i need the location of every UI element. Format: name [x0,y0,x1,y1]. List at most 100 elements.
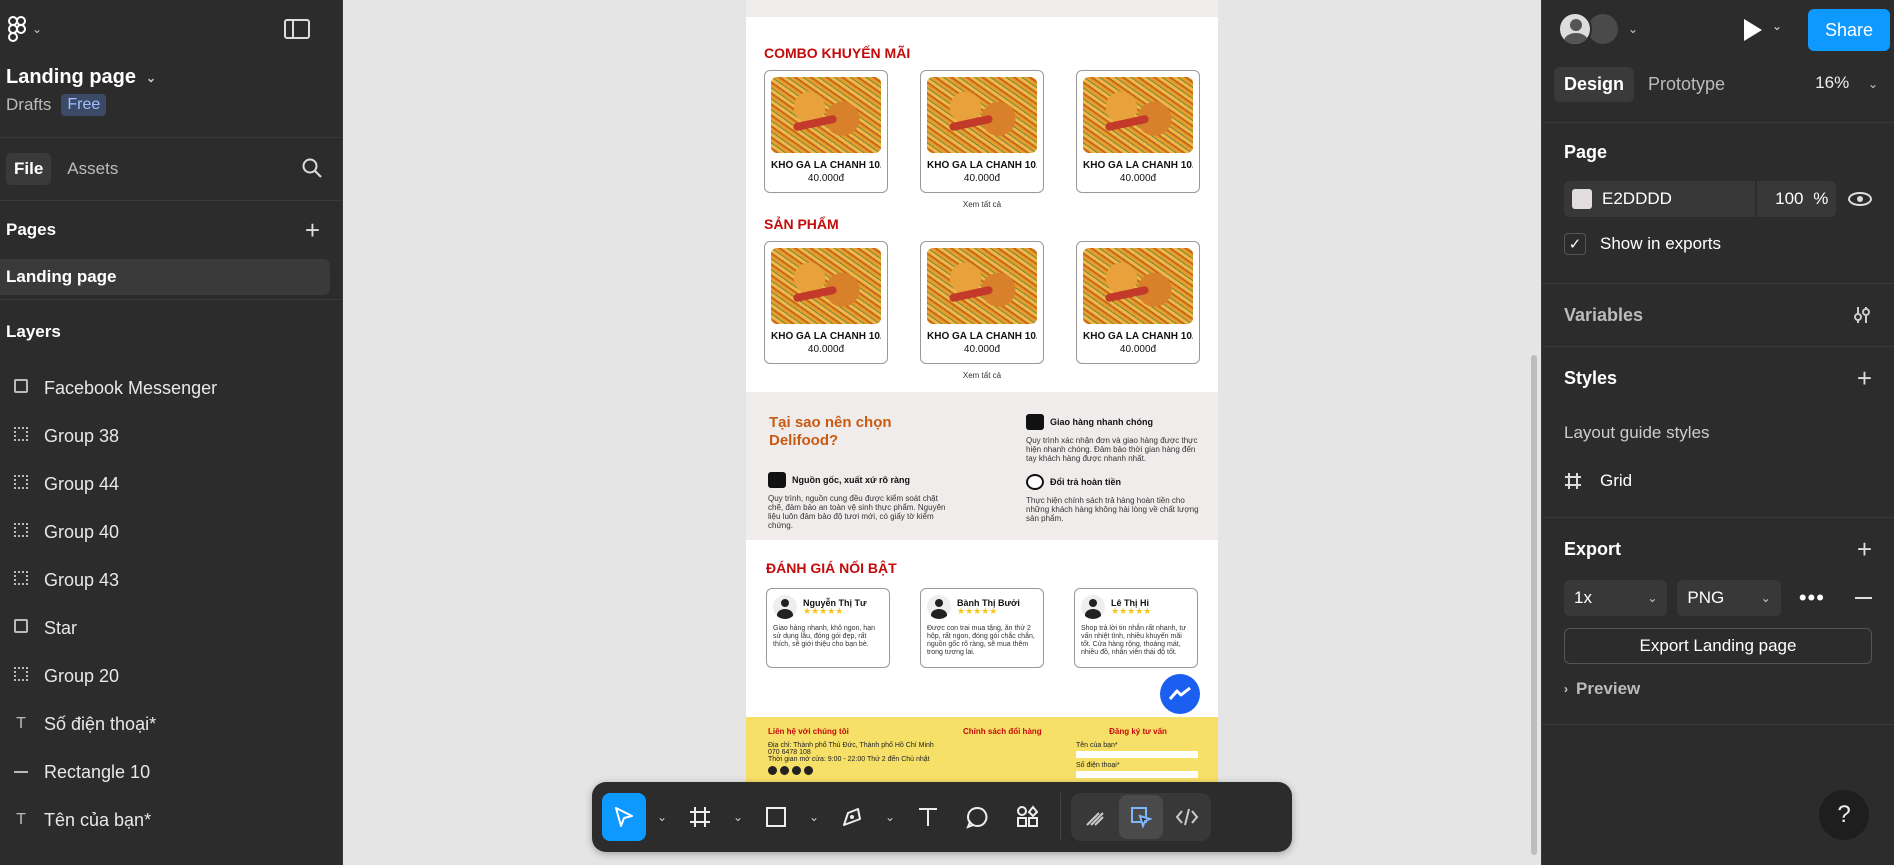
color-swatch[interactable] [1572,189,1592,209]
facebook-icon[interactable] [768,766,777,775]
chevron-down-icon[interactable]: ⌄ [652,810,672,824]
product-card[interactable]: KHÔ GÀ LÁ CHANH 10... 40.000đ [764,70,888,193]
chevron-down-icon[interactable]: ⌄ [880,810,900,824]
review-card[interactable]: Nguyễn Thị Tư ★★★★★ Giao hàng nhanh, khô … [766,588,890,668]
shape-tool-button[interactable] [754,793,798,841]
checkbox-checked-icon[interactable]: ✓ [1564,233,1586,255]
layer-item[interactable]: Group 20 [0,652,342,700]
export-button[interactable]: Export Landing page [1564,628,1872,664]
user-avatar[interactable] [1558,12,1592,46]
review-card[interactable]: Lê Thị Hi ★★★★★ Shop trả lời tin nhắn rất… [1074,588,1198,668]
chevron-down-icon[interactable]: ⌄ [728,810,748,824]
text-tool-button[interactable] [906,793,950,841]
help-button[interactable]: ? [1819,790,1869,840]
footer-contact-title: Liên hệ với chúng tôi [768,727,849,736]
review-card[interactable]: Bành Thị Bưởi ★★★★★ Được con trai mua tặn… [920,588,1044,668]
plan-badge[interactable]: Free [61,94,107,116]
dev-mode-button[interactable] [1165,795,1209,839]
feature-title: Nguồn gốc, xuất xứ rõ ràng [792,474,911,485]
tab-assets[interactable]: Assets [67,159,118,179]
layer-item[interactable]: T Số điện thoại* [0,700,342,748]
more-options-icon[interactable]: ••• [1799,585,1825,611]
add-style-icon[interactable]: + [1857,363,1872,394]
chevron-down-icon[interactable]: ⌄ [1772,19,1782,33]
frame-tool-button[interactable] [678,793,722,841]
design-icon [1131,807,1152,828]
styles-section: Styles + Layout guide styles Grid [1542,346,1894,517]
layer-item[interactable]: Facebook Messenger [0,364,342,412]
tab-file[interactable]: File [6,153,52,185]
comment-tool-button[interactable] [956,793,1000,841]
reviews-list: Nguyễn Thị Tư ★★★★★ Giao hàng nhanh, khô … [746,578,1218,668]
layout-guide-styles-label: Layout guide styles [1564,423,1710,442]
messenger-icon[interactable] [1160,674,1200,714]
main-menu-button[interactable]: ⌄ [8,16,42,42]
food-image [771,77,881,153]
phone-field[interactable] [1076,771,1198,778]
image-layer-icon [14,618,28,633]
zoom-dropdown[interactable]: 16% ⌄ [1815,73,1878,93]
star-rating: ★★★★★ [803,606,844,616]
food-image [1083,77,1193,153]
tiktok-icon[interactable] [792,766,801,775]
layer-item[interactable]: Star [0,604,342,652]
layer-label: Facebook Messenger [44,377,218,398]
youtube-icon[interactable] [804,766,813,775]
preview-toggle[interactable]: › Preview [1564,664,1872,714]
share-button[interactable]: Share [1808,9,1890,51]
export-format-select[interactable]: PNG ⌄ [1677,580,1781,616]
product-card[interactable]: KHÔ GÀ LÁ CHANH 10... 40.000đ [1076,70,1200,193]
tab-prototype[interactable]: Prototype [1648,74,1725,95]
name-field[interactable] [1076,751,1198,758]
add-page-icon[interactable]: + [305,215,320,246]
pen-tool-button[interactable] [830,793,874,841]
landing-page-frame[interactable]: COMBO KHUYẾN MÃI KHÔ GÀ LÁ CHANH 10... 4… [746,0,1218,800]
page-opacity-field[interactable]: 100 % [1757,181,1837,217]
page-item[interactable]: Landing page [0,259,330,295]
text-icon [919,808,937,826]
search-icon[interactable] [302,158,322,178]
chevron-down-icon[interactable]: ⌄ [804,810,824,824]
layer-item[interactable]: T Tên của bạn* [0,796,342,844]
page-fill-color[interactable]: E2DDDD [1564,181,1756,217]
product-card[interactable]: KHÔ GÀ LÁ CHANH 10... 40.000đ [920,70,1044,193]
feature-text: Thực hiện chính sách trả hàng hoàn tiền … [1026,496,1199,523]
see-all-link[interactable]: Xem tất cả [746,200,1218,210]
layer-item[interactable]: Rectangle 10 [0,748,342,796]
feature-origin: Nguồn gốc, xuất xứ rõ ràng Quy trình, ng… [768,472,948,530]
footer-policy-title: Chính sách đổi hàng [963,727,1042,736]
canvas[interactable]: COMBO KHUYẾN MÃI KHÔ GÀ LÁ CHANH 10... 4… [343,0,1541,865]
layer-item[interactable]: Group 40 [0,508,342,556]
show-in-exports-row[interactable]: ✓ Show in exports [1564,217,1872,271]
draw-mode-button[interactable] [1073,795,1117,839]
product-card[interactable]: KHÔ GÀ LÁ CHANH 10... 40.000đ [764,241,888,364]
variables-settings-icon[interactable] [1852,305,1872,325]
left-topbar: ⌄ [0,0,342,58]
layer-item[interactable]: Group 44 [0,460,342,508]
variables-section: Variables [1542,283,1894,346]
instagram-icon[interactable] [780,766,789,775]
layer-item[interactable]: Group 43 [0,556,342,604]
export-scale-select[interactable]: 1x ⌄ [1564,580,1668,616]
eye-icon[interactable] [1848,192,1872,206]
remove-export-icon[interactable] [1854,597,1873,599]
actions-tool-button[interactable] [1006,793,1050,841]
move-tool-button[interactable] [602,793,646,841]
file-title[interactable]: Landing page ⌄ [0,58,342,89]
layer-item[interactable]: Group 38 [0,412,342,460]
file-location[interactable]: Drafts [6,95,51,115]
canvas-scrollbar[interactable] [1531,355,1537,855]
phone-field-label: Số điện thoại* [1076,762,1120,769]
group-layer-icon [14,522,28,537]
add-export-icon[interactable]: + [1857,534,1872,565]
see-all-link[interactable]: Xem tất cả [746,371,1218,381]
group-layer-icon [14,570,28,585]
grid-style-item[interactable]: Grid [1564,457,1872,505]
chevron-down-icon[interactable]: ⌄ [1628,22,1638,36]
product-card[interactable]: KHÔ GÀ LÁ CHANH 10... 40.000đ [920,241,1044,364]
tab-design[interactable]: Design [1554,66,1635,102]
design-mode-button[interactable] [1119,795,1163,839]
present-play-icon[interactable] [1744,19,1762,41]
toggle-sidebar-icon[interactable] [284,19,310,39]
product-card[interactable]: KHÔ GÀ LÁ CHANH 10... 40.000đ [1076,241,1200,364]
